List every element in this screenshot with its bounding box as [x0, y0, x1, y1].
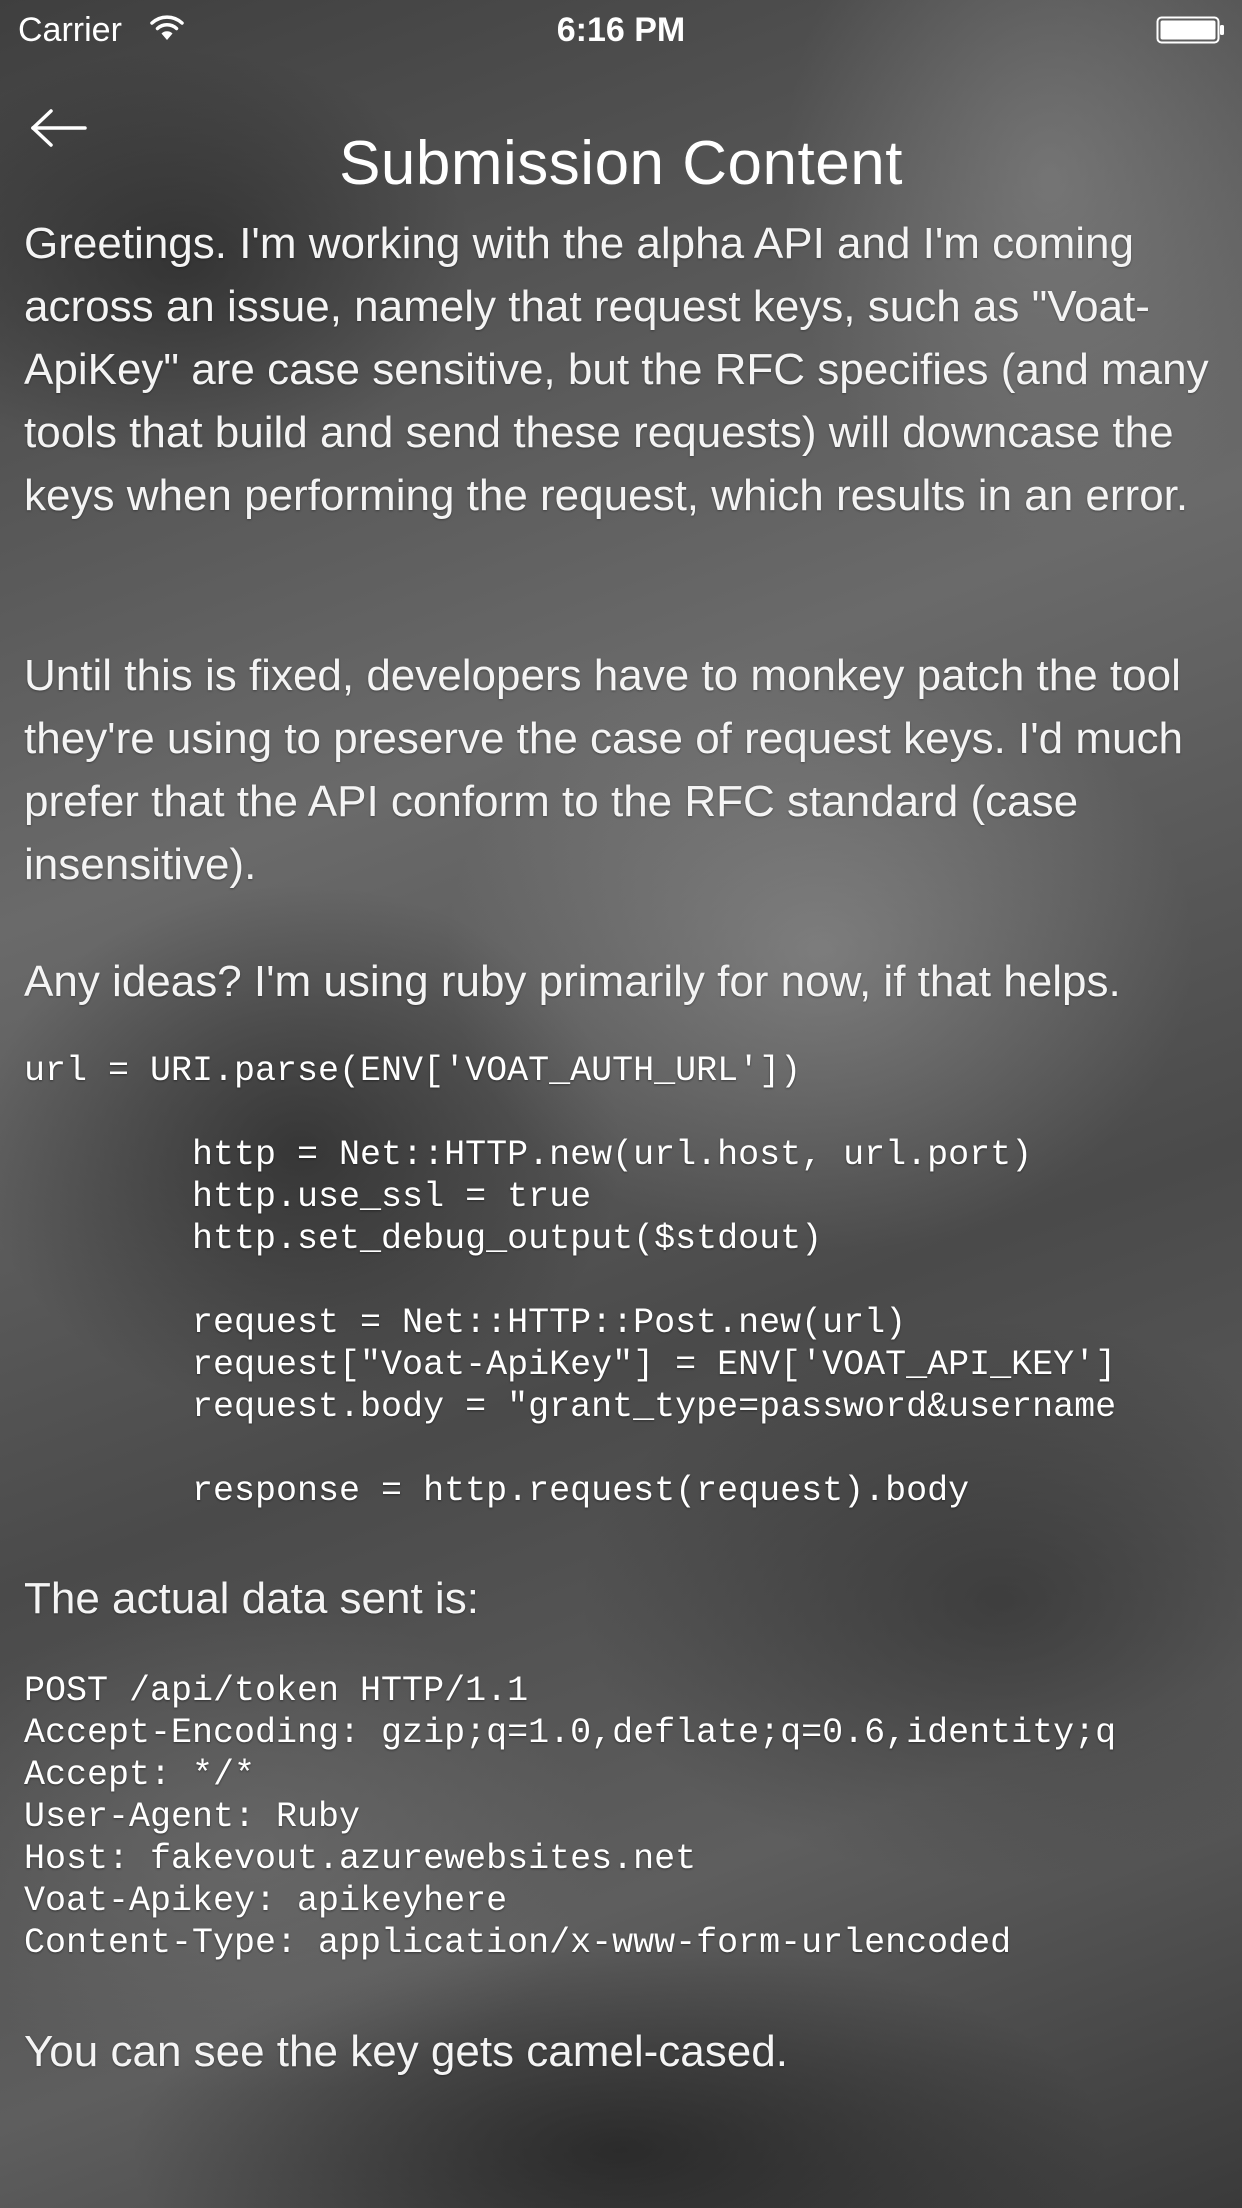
body-paragraph: You can see the key gets camel-cased. [24, 2027, 788, 2076]
code-block: POST /api/token HTTP/1.1 Accept-Encoding… [24, 1671, 1117, 1963]
body-paragraph: The actual data sent is: [24, 1574, 479, 1623]
submission-content: Greetings. I'm working with the alpha AP… [24, 212, 1242, 2208]
code-block: url = URI.parse(ENV['VOAT_AUTH_URL']) ht… [24, 1051, 1117, 1511]
status-time: 6:16 PM [556, 11, 686, 49]
body-paragraph: Greetings. I'm working with the alpha AP… [24, 219, 1209, 520]
page-title: Submission Content [339, 128, 903, 198]
navigation-bar: Submission Content [0, 60, 1242, 198]
body-paragraph: Until this is fixed, developers have to … [24, 651, 1183, 889]
body-paragraph: Any ideas? I'm using ruby primarily for … [24, 957, 1121, 1006]
status-bar: Carrier 6:16 PM [0, 0, 1242, 60]
battery-icon [1156, 16, 1226, 44]
